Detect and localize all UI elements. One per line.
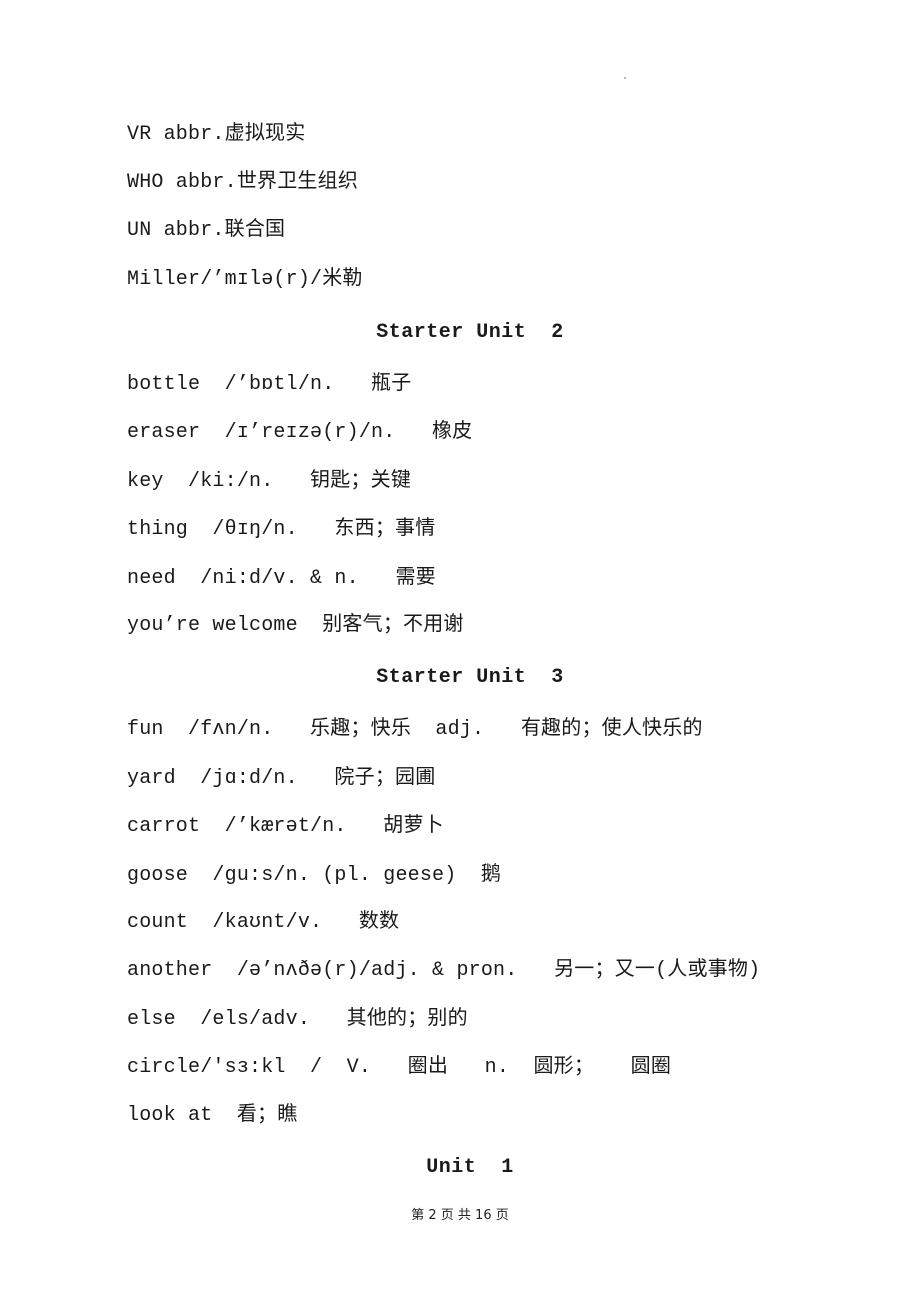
document-page: VR abbr.虚拟现实 WHO abbr.世界卫生组织 UN abbr.联合国… [0, 0, 920, 1302]
section-heading: Starter Unit 2 [376, 321, 564, 344]
section-heading: Unit 1 [426, 1156, 514, 1179]
vocab-entry: VR abbr.虚拟现实 [127, 123, 306, 146]
vocab-entry: key /ki:/n. 钥匙；关键 [127, 470, 412, 493]
vocab-entry: count /kaʊnt/v. 数数 [127, 911, 400, 934]
vocab-entry: thing /θɪŋ/n. 东西；事情 [127, 518, 436, 541]
vocab-entry: need /ni:d/v. & n. 需要 [127, 567, 436, 590]
vocab-entry: another /ə’nʌðə(r)/adj. & pron. 另一；又一(人或… [127, 959, 761, 982]
vocab-entry: bottle /’bɒtl/n. 瓶子 [127, 373, 412, 396]
page-footer: 第 2 页 共 16 页 [411, 1208, 509, 1223]
vocab-entry: circle/'sɜ:kl / V. 圈出 n. 圆形； 圆圈 [127, 1056, 672, 1079]
vocab-entry: look at 看；瞧 [127, 1104, 298, 1127]
vocab-entry: goose /gu:s/n. (pl. geese) 鹅 [127, 864, 502, 887]
vocab-entry: UN abbr.联合国 [127, 219, 286, 242]
vocab-entry: you’re welcome 别客气；不用谢 [127, 614, 464, 637]
vocab-entry: carrot /’kærət/n. 胡萝卜 [127, 815, 444, 838]
vocab-entry: fun /fʌn/n. 乐趣；快乐 adj. 有趣的；使人快乐的 [127, 718, 703, 741]
vocab-entry: yard /jɑ:d/n. 院子；园圃 [127, 767, 436, 790]
page-corner-mark [624, 77, 626, 79]
vocab-entry: eraser /ɪ’reɪzə(r)/n. 橡皮 [127, 421, 473, 444]
vocab-entry: else /els/adv. 其他的；别的 [127, 1008, 468, 1031]
vocab-entry: Miller/’mɪlə(r)/米勒 [127, 268, 363, 291]
vocab-entry: WHO abbr.世界卫生组织 [127, 171, 359, 194]
section-heading: Starter Unit 3 [376, 666, 564, 689]
